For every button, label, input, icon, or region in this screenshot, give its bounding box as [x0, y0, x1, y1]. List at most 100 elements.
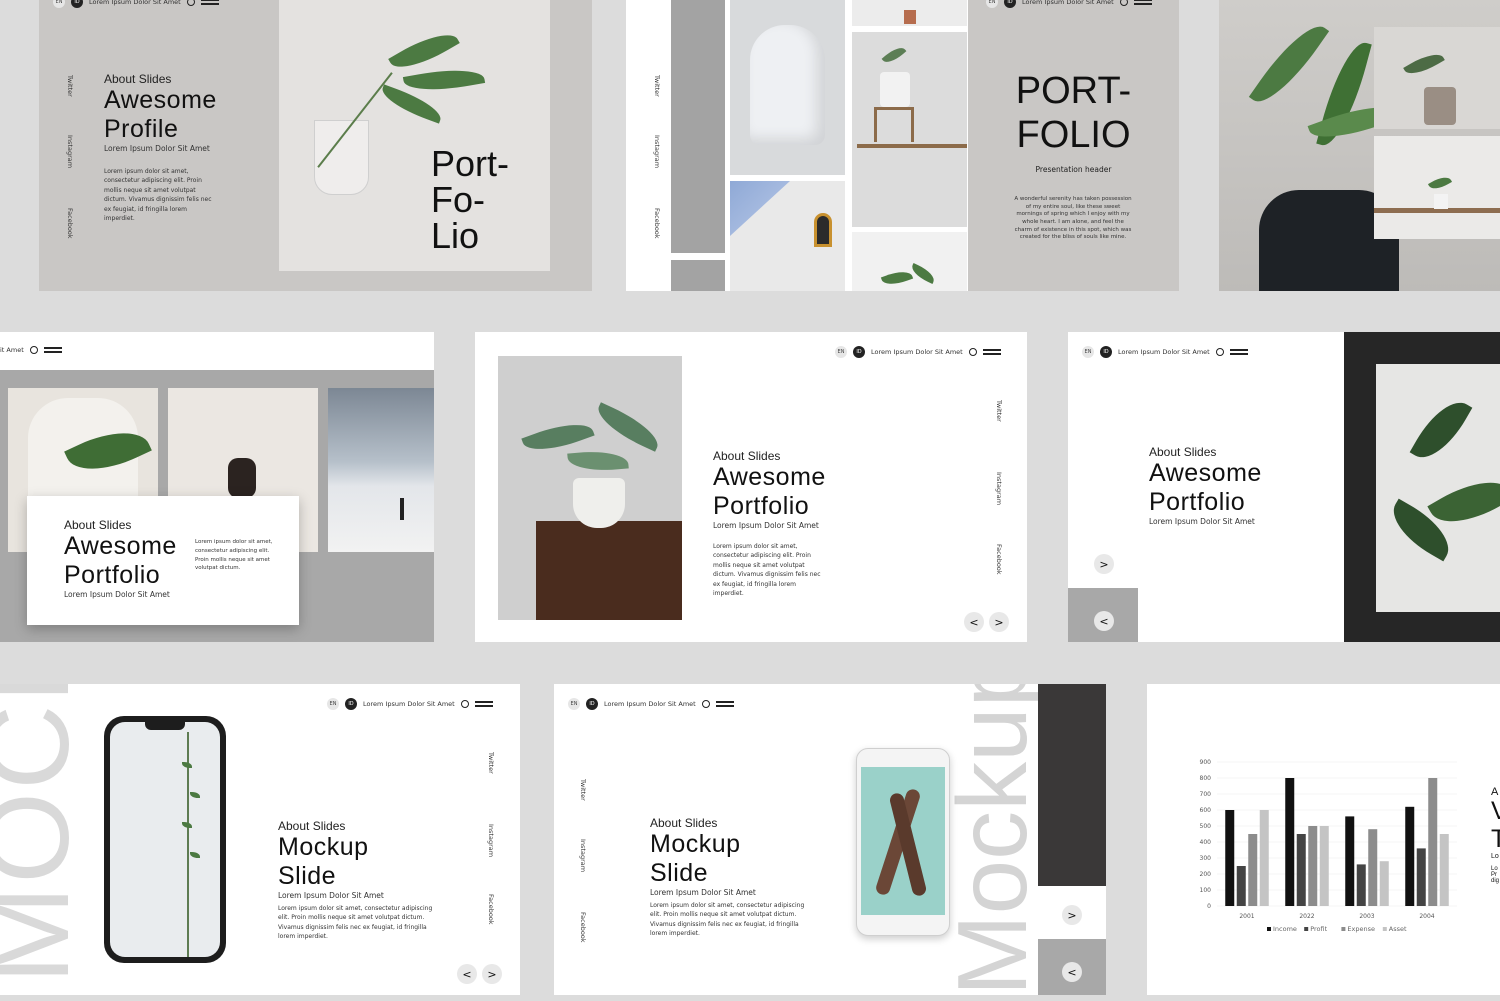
about-label: About Slides	[278, 819, 346, 833]
menu-icon[interactable]	[982, 349, 1001, 355]
subtitle: Lorem Ipsum Dolor Sit Amet	[104, 143, 210, 153]
lang-en-button[interactable]: EN	[986, 0, 998, 8]
beach-photo	[328, 388, 434, 552]
lang-en-button[interactable]: EN	[53, 0, 65, 8]
top-nav: EN ID Lorem Ipsum Dolor Sit Amet	[327, 698, 493, 710]
menu-icon[interactable]	[43, 347, 62, 353]
pot-shape	[904, 10, 916, 24]
legend-label: Income	[1273, 925, 1297, 933]
social-facebook[interactable]: Facebook	[487, 894, 495, 925]
prev-button[interactable]: <	[457, 964, 477, 984]
social-facebook[interactable]: Facebook	[579, 912, 587, 943]
search-icon[interactable]	[460, 700, 469, 708]
social-facebook[interactable]: Facebook	[995, 544, 1003, 575]
prev-button[interactable]: <	[1094, 611, 1114, 631]
phone-screen	[110, 722, 220, 957]
bar-asset	[1259, 810, 1269, 906]
menu-icon[interactable]	[474, 701, 493, 707]
legend-label: Expense	[1347, 925, 1375, 933]
x-tick-label: 2022	[1299, 913, 1314, 920]
bar-asset	[1379, 861, 1389, 906]
nav-text: Lorem Ipsum Dolor Sit Amet	[1118, 348, 1210, 356]
leaf-shape	[190, 852, 200, 858]
lang-en-button[interactable]: EN	[1082, 346, 1094, 358]
about-label: About Slides	[650, 816, 718, 830]
phone-screen	[861, 767, 945, 915]
glass-plant-photo	[279, 0, 550, 271]
social-twitter[interactable]: Twitter	[579, 779, 587, 801]
social-facebook[interactable]: Facebook	[66, 208, 74, 239]
lang-id-button[interactable]: ID	[345, 698, 357, 710]
social-twitter[interactable]: Twitter	[487, 752, 495, 774]
notch-shape	[145, 722, 185, 730]
leaf-shape	[1248, 15, 1330, 113]
bar-income	[1225, 810, 1235, 906]
slide-photo-collage	[1219, 0, 1500, 291]
social-instagram[interactable]: Instagram	[653, 135, 661, 168]
prev-button[interactable]: <	[964, 612, 984, 632]
search-icon[interactable]	[968, 348, 977, 356]
search-icon[interactable]	[1119, 0, 1128, 6]
body-text: Lorem ipsum dolor sit amet, consectetur …	[104, 167, 212, 223]
bar-income	[1405, 806, 1415, 906]
top-nav: EN ID Lorem Ipsum Dolor Sit Amet	[835, 346, 1001, 358]
slide-awesome-portfolio-gallery: it Amet About Slides Awesome Portfolio L…	[0, 332, 434, 642]
sky-shape	[730, 181, 790, 236]
partial-text: dig	[1491, 878, 1500, 884]
leaf-shape	[591, 402, 665, 452]
next-button[interactable]: >	[1062, 905, 1082, 925]
bar-profit	[1296, 834, 1306, 906]
y-tick-label: 100	[1200, 887, 1212, 894]
stand-shape	[874, 107, 914, 142]
lang-en-button[interactable]: EN	[568, 698, 580, 710]
social-instagram[interactable]: Instagram	[579, 839, 587, 872]
body-text: A wonderful serenity has taken possessio…	[1014, 196, 1132, 241]
title-line1: PORT-	[1015, 70, 1132, 112]
x-tick-label: 2004	[1419, 913, 1434, 920]
big-word-2: Fo-	[431, 179, 485, 220]
menu-icon[interactable]	[715, 701, 734, 707]
about-label: About Slides	[104, 72, 172, 86]
menu-icon[interactable]	[200, 0, 219, 5]
social-twitter[interactable]: Twitter	[66, 75, 74, 97]
social-twitter[interactable]: Twitter	[995, 400, 1003, 422]
top-nav: EN ID Lorem Ipsum Dolor Sit Amet	[986, 0, 1152, 8]
menu-icon[interactable]	[1133, 0, 1152, 5]
next-button[interactable]: >	[989, 612, 1009, 632]
social-instagram[interactable]: Instagram	[66, 135, 74, 168]
leaf-shape	[567, 448, 629, 474]
partial-text: Lo	[1491, 853, 1499, 860]
subtitle: Lorem Ipsum Dolor Sit Amet	[713, 520, 819, 530]
menu-icon[interactable]	[1229, 349, 1248, 355]
search-icon[interactable]	[29, 346, 38, 354]
eucalyptus-photo	[498, 356, 682, 620]
social-instagram[interactable]: Instagram	[995, 472, 1003, 505]
search-icon[interactable]	[701, 700, 710, 708]
prev-button[interactable]: <	[1062, 962, 1082, 982]
search-icon[interactable]	[1215, 348, 1224, 356]
lang-id-button[interactable]: ID	[853, 346, 865, 358]
y-tick-label: 500	[1200, 823, 1212, 830]
lang-id-button[interactable]: ID	[586, 698, 598, 710]
lang-id-button[interactable]: ID	[1004, 0, 1016, 8]
rubber-plant-photo	[1376, 364, 1500, 612]
partial-text: V	[1491, 797, 1500, 825]
bar-income	[1285, 778, 1295, 906]
text-card: About Slides Awesome Portfolio Lorem Ips…	[27, 496, 299, 625]
bar-expense	[1248, 834, 1258, 906]
lang-id-button[interactable]: ID	[71, 0, 83, 8]
next-button[interactable]: >	[482, 964, 502, 984]
lang-id-button[interactable]: ID	[1100, 346, 1112, 358]
legend-swatch	[1382, 927, 1387, 931]
leaf-shape	[908, 263, 938, 284]
slide-profile: EN ID Lorem Ipsum Dolor Sit Amet Twitter…	[39, 0, 592, 291]
lang-en-button[interactable]: EN	[327, 698, 339, 710]
social-facebook[interactable]: Facebook	[653, 208, 661, 239]
social-twitter[interactable]: Twitter	[653, 75, 661, 97]
next-button[interactable]: >	[1094, 554, 1114, 574]
search-icon[interactable]	[186, 0, 195, 6]
leaf-shape	[881, 43, 907, 67]
nav-text: Lorem Ipsum Dolor Sit Amet	[1022, 0, 1114, 6]
social-instagram[interactable]: Instagram	[487, 824, 495, 857]
lang-en-button[interactable]: EN	[835, 346, 847, 358]
